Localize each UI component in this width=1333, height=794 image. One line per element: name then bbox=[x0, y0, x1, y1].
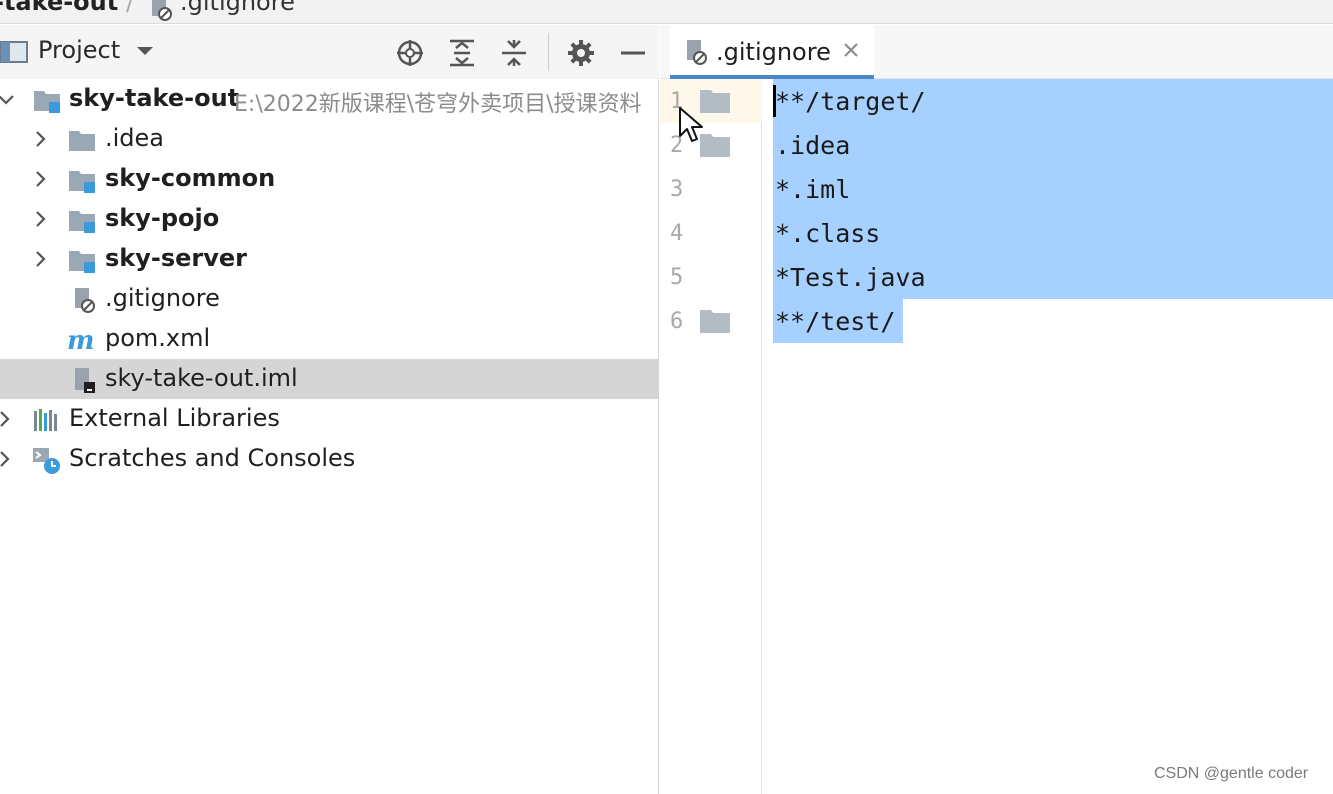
gear-icon[interactable] bbox=[565, 37, 597, 69]
chevron-right-icon[interactable] bbox=[30, 249, 50, 269]
code-line-text: .idea bbox=[775, 131, 851, 160]
tree-row-gitignore[interactable]: .gitignore bbox=[0, 279, 659, 319]
breadcrumb: -take-out / .gitignore bbox=[0, 0, 1333, 24]
minimize-icon[interactable] bbox=[617, 37, 649, 69]
module-folder-icon bbox=[69, 211, 95, 233]
tree-row-sky-common[interactable]: sky-common bbox=[0, 159, 659, 199]
code-line[interactable]: *.iml bbox=[773, 167, 1333, 211]
line-number: 4 bbox=[670, 221, 684, 246]
tree-row-iml[interactable]: sky-take-out.iml bbox=[0, 359, 659, 399]
tree-item-label: sky-server bbox=[105, 244, 248, 272]
maven-icon: m bbox=[67, 326, 95, 355]
line-number: 3 bbox=[670, 177, 684, 202]
module-folder-icon bbox=[69, 251, 95, 273]
chevron-down-icon[interactable] bbox=[0, 89, 16, 109]
editor-area: .gitignore 1 2 3 4 5 6 **/target/ .idea … bbox=[660, 25, 1333, 794]
project-view-icon[interactable] bbox=[0, 40, 28, 64]
gitignore-file-icon bbox=[152, 0, 172, 21]
tree-item-label: sky-pojo bbox=[105, 204, 220, 232]
tree-item-label: .idea bbox=[105, 124, 165, 152]
project-panel-title[interactable]: Project bbox=[38, 36, 120, 64]
editor-tab-bar: .gitignore bbox=[660, 25, 1333, 79]
project-tool-window: Project sky-take-out E:\2022新版课程\苍穹外卖项目\… bbox=[0, 25, 659, 794]
breadcrumb-file[interactable]: .gitignore bbox=[180, 0, 295, 16]
chevron-right-icon[interactable] bbox=[0, 449, 14, 469]
collapse-all-icon[interactable] bbox=[498, 37, 530, 69]
folder-icon bbox=[700, 310, 730, 333]
line-number: 5 bbox=[670, 265, 684, 290]
code-line[interactable]: **/target/ bbox=[773, 79, 1333, 123]
toolbar-divider bbox=[548, 33, 549, 71]
code-line[interactable]: *.class bbox=[773, 211, 1333, 255]
scratches-icon bbox=[33, 448, 60, 474]
module-folder-icon bbox=[69, 171, 95, 193]
tree-item-label: pom.xml bbox=[105, 324, 211, 352]
folder-icon bbox=[69, 131, 95, 151]
libraries-icon bbox=[34, 409, 57, 431]
tree-row-pom[interactable]: m pom.xml bbox=[0, 319, 659, 359]
iml-file-icon bbox=[75, 368, 95, 393]
tree-row-external-libraries[interactable]: External Libraries bbox=[0, 399, 659, 439]
tree-row-scratches[interactable]: Scratches and Consoles bbox=[0, 439, 659, 479]
code-line-text: *.class bbox=[775, 219, 881, 248]
gitignore-file-icon bbox=[687, 40, 707, 65]
tree-item-label: sky-take-out.iml bbox=[105, 364, 298, 392]
locate-icon[interactable] bbox=[394, 37, 426, 69]
chevron-right-icon[interactable] bbox=[30, 129, 50, 149]
tab-label: .gitignore bbox=[716, 38, 831, 66]
svg-text:m: m bbox=[67, 326, 95, 355]
tree-root-label: sky-take-out bbox=[69, 84, 240, 112]
tree-item-label: .gitignore bbox=[105, 284, 220, 312]
tree-item-label: External Libraries bbox=[69, 404, 280, 432]
chevron-down-icon[interactable] bbox=[134, 43, 156, 59]
editor-gutter: 1 2 3 4 5 6 bbox=[660, 79, 762, 794]
close-icon[interactable] bbox=[840, 39, 862, 61]
watermark: CSDN @gentle coder bbox=[1154, 765, 1309, 782]
selection-highlight bbox=[773, 123, 1333, 167]
expand-all-icon[interactable] bbox=[446, 37, 478, 69]
chevron-right-icon[interactable] bbox=[30, 209, 50, 229]
tree-root-path: E:\2022新版课程\苍穹外卖项目\授课资料 bbox=[234, 92, 642, 117]
project-panel-header: Project bbox=[0, 25, 659, 79]
tree-item-label: sky-common bbox=[105, 164, 276, 192]
tab-gitignore[interactable]: .gitignore bbox=[670, 25, 874, 79]
code-line-text: *.iml bbox=[775, 175, 851, 204]
tree-row-root[interactable]: sky-take-out E:\2022新版课程\苍穹外卖项目\授课资料 bbox=[0, 79, 659, 119]
breadcrumb-separator: / bbox=[126, 0, 135, 16]
tree-item-label: Scratches and Consoles bbox=[69, 444, 356, 472]
breadcrumb-project[interactable]: -take-out bbox=[0, 0, 118, 16]
code-line-text: **/test/ bbox=[775, 307, 896, 336]
tree-row-idea[interactable]: .idea bbox=[0, 119, 659, 159]
chevron-right-icon[interactable] bbox=[0, 409, 14, 429]
tree-row-sky-server[interactable]: sky-server bbox=[0, 239, 659, 279]
code-line[interactable]: **/test/ bbox=[773, 299, 1333, 343]
mouse-pointer-icon bbox=[679, 107, 703, 142]
selection-highlight bbox=[773, 167, 1333, 211]
module-folder-icon bbox=[34, 91, 60, 113]
code-line[interactable]: *Test.java bbox=[773, 255, 1333, 299]
gitignore-file-icon bbox=[75, 288, 95, 313]
chevron-right-icon[interactable] bbox=[30, 169, 50, 189]
tree-row-sky-pojo[interactable]: sky-pojo bbox=[0, 199, 659, 239]
code-line-text: *Test.java bbox=[775, 263, 926, 292]
code-line-text: **/target/ bbox=[775, 87, 926, 116]
line-number: 6 bbox=[670, 309, 684, 334]
code-line[interactable]: .idea bbox=[773, 123, 1333, 167]
